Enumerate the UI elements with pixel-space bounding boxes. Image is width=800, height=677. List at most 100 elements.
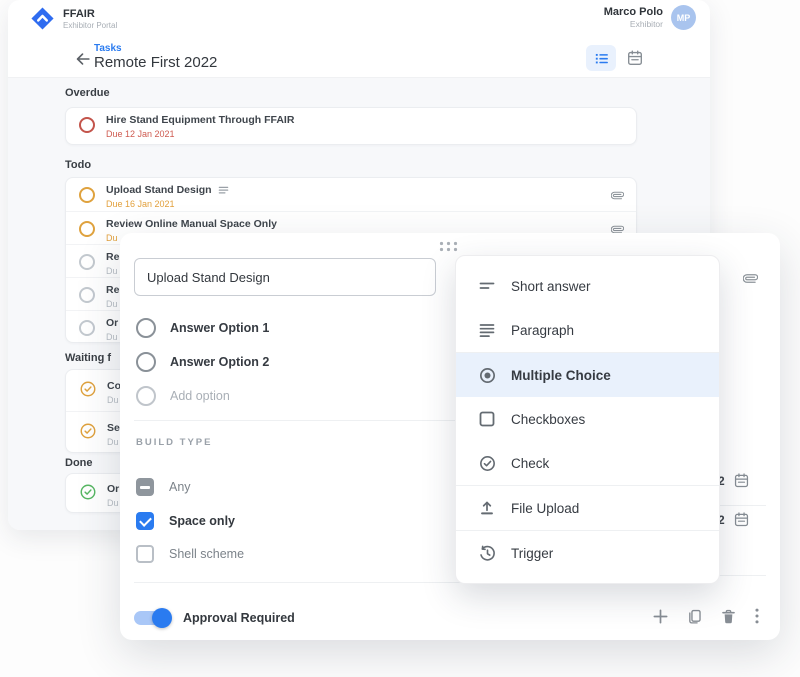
build-option-label: Any [169,480,191,494]
approval-required-row: Approval Required [134,605,295,631]
task-title: Or [107,483,120,495]
question-type-menu: Short answer Paragraph Multiple Choice C… [455,255,720,584]
checkbox-checked-icon[interactable] [136,512,154,530]
user-role: Exhibitor [629,19,663,29]
build-option-label: Shell scheme [169,547,245,561]
check-circle-icon [80,423,96,439]
task-title: Re [106,284,120,296]
calendar-icon[interactable] [733,511,750,528]
back-button[interactable] [74,50,92,68]
page-title: Remote First 2022 [94,54,218,71]
trash-icon[interactable] [720,608,737,625]
brand: FFAIR Exhibitor Portal [30,6,117,31]
desktop-background: FFAIR Exhibitor Portal Marco Polo Exhibi… [0,0,800,677]
task-title: Or [106,317,119,329]
ffair-logo-icon [31,7,54,30]
check-circle-icon [80,381,96,397]
menu-item-multiple-choice[interactable]: Multiple Choice [456,353,719,397]
calendar-icon [628,50,642,65]
task-title: Re [106,251,120,263]
paperclip-icon[interactable] [611,189,624,202]
question-title-input[interactable] [134,258,436,296]
status-ring-icon [79,221,95,237]
answer-option-row[interactable]: Answer Option 2 [136,351,269,373]
check-circle-icon [80,484,96,500]
arrow-left-icon [76,53,90,65]
approval-toggle[interactable] [134,608,172,628]
add-question-icon[interactable] [652,608,669,625]
add-option-row[interactable]: Add option [136,385,230,407]
build-type-label: BUILD TYPE [136,437,213,448]
section-label-todo: Todo [65,159,92,171]
build-option-shell-scheme[interactable]: Shell scheme [136,544,244,564]
task-title: Se [107,422,120,434]
answer-option-row[interactable]: Answer Option 1 [136,317,269,339]
build-option-space-only[interactable]: Space only [136,511,235,531]
user-name: Marco Polo [603,6,663,18]
task-title: Hire Stand Equipment Through FFAIR [106,114,295,126]
check-circle-icon [479,455,495,471]
kebab-menu-icon[interactable] [754,607,760,625]
avatar[interactable]: MP [671,5,696,30]
brand-name: FFAIR [63,7,95,20]
menu-item-file-upload[interactable]: File Upload [456,486,719,530]
question-actions [652,607,760,625]
date-field[interactable]: 2 [718,472,750,489]
breadcrumb-tasks[interactable]: Tasks [94,43,122,54]
status-ring-icon [79,117,95,133]
status-ring-icon [79,254,95,270]
list-view-icon [595,53,608,63]
task-title: Co [107,380,121,392]
approval-label: Approval Required [183,611,295,625]
history-clock-icon [479,545,495,561]
radio-icon [136,386,156,406]
notes-icon [218,186,228,194]
section-label-overdue: Overdue [65,87,110,99]
task-row[interactable]: Upload Stand Design Due 16 Jan 2021 [66,178,636,211]
menu-item-check[interactable]: Check [456,441,719,485]
add-option-label: Add option [170,389,230,403]
checkbox-icon [479,411,495,427]
checkbox-empty-icon[interactable] [136,545,154,563]
app-topbar: FFAIR Exhibitor Portal Marco Polo Exhibi… [8,0,710,38]
menu-item-checkboxes[interactable]: Checkboxes [456,397,719,441]
menu-item-short-answer[interactable]: Short answer [456,264,719,308]
task-due: Due 12 Jan 2021 [106,128,175,139]
paperclip-icon[interactable] [743,271,758,286]
list-view-button[interactable] [586,45,616,71]
menu-item-label: Trigger [511,545,554,561]
calendar-icon[interactable] [733,472,750,489]
answer-option-label: Answer Option 2 [170,355,270,369]
task-row[interactable]: Hire Stand Equipment Through FFAIR Due 1… [66,108,636,139]
brand-subtitle: Exhibitor Portal [63,20,118,30]
answer-option-label: Answer Option 1 [170,321,270,335]
menu-item-label: Short answer [511,278,591,294]
build-option-label: Space only [169,514,235,528]
duplicate-icon[interactable] [686,608,703,625]
paragraph-icon [479,324,495,337]
menu-item-trigger[interactable]: Trigger [456,531,719,575]
task-title: Review Online Manual Space Only [106,218,277,230]
build-option-any[interactable]: Any [136,477,191,497]
radio-icon[interactable] [136,318,156,338]
section-label-waiting: Waiting f [65,352,112,364]
status-ring-icon [79,320,95,336]
short-answer-icon [479,282,495,289]
page-header: Tasks Remote First 2022 [8,38,710,78]
menu-item-label: Check [511,455,550,471]
drag-handle-icon[interactable] [438,240,459,253]
calendar-view-button[interactable] [620,45,650,71]
date-field[interactable]: 2 [718,511,750,528]
user-menu[interactable]: Marco Polo Exhibitor MP [604,5,696,30]
menu-item-label: Checkboxes [511,411,586,427]
task-due: Due 16 Jan 2021 [106,198,175,209]
menu-item-label: Multiple Choice [511,367,611,383]
status-ring-icon [79,187,95,203]
radio-selected-icon [479,367,495,383]
status-ring-icon [79,287,95,303]
overdue-card: Hire Stand Equipment Through FFAIR Due 1… [65,107,637,145]
menu-item-label: Paragraph [511,322,575,338]
menu-item-paragraph[interactable]: Paragraph [456,308,719,352]
radio-icon[interactable] [136,352,156,372]
checkbox-indeterminate-icon[interactable] [136,478,154,496]
